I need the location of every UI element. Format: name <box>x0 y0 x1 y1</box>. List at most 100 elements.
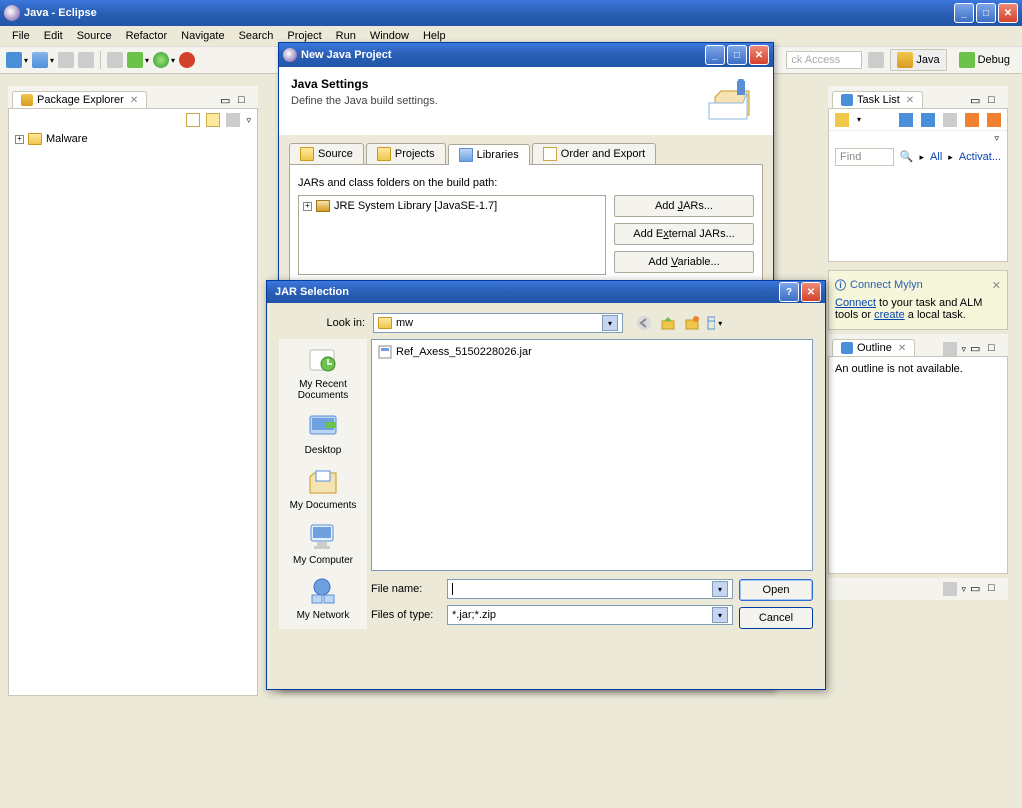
find-input[interactable]: Find <box>835 148 894 166</box>
collapse-all-icon[interactable] <box>186 113 200 127</box>
tab-order-export[interactable]: Order and Export <box>532 143 656 164</box>
perspective-debug[interactable]: Debug <box>953 50 1016 70</box>
add-variable-button[interactable]: Add Variable... <box>614 251 754 273</box>
task-list-tab[interactable]: Task List ✕ <box>832 91 923 108</box>
help-button[interactable]: ? <box>779 282 799 302</box>
menu-refactor[interactable]: Refactor <box>120 28 174 44</box>
wizard-close-button[interactable]: ✕ <box>749 45 769 65</box>
create-link[interactable]: create <box>874 309 905 321</box>
collapse-icon[interactable] <box>987 113 1001 127</box>
eclipse-close-button[interactable]: ✕ <box>998 3 1018 23</box>
maximize-view-icon[interactable]: □ <box>238 94 252 108</box>
wizard-minimize-button[interactable]: _ <box>705 45 725 65</box>
look-in-combo[interactable]: mw ▾ <box>373 313 623 333</box>
file-name-input[interactable]: ▾ <box>447 579 733 599</box>
place-desktop[interactable]: Desktop <box>305 411 342 456</box>
outline-tab[interactable]: Outline ✕ <box>832 339 915 356</box>
eclipse-maximize-button[interactable]: □ <box>976 3 996 23</box>
connect-link[interactable]: Connect <box>835 297 876 309</box>
new-icon[interactable] <box>6 52 22 68</box>
filedlg-titlebar[interactable]: JAR Selection ? ✕ <box>267 281 825 303</box>
quick-access-input[interactable]: ck Access <box>786 51 862 69</box>
place-label: Desktop <box>305 445 342 456</box>
close-icon[interactable]: ✕ <box>992 279 1001 292</box>
all-filter-link[interactable]: All <box>930 151 942 163</box>
close-icon[interactable]: ✕ <box>898 343 906 354</box>
save-all-icon[interactable] <box>58 52 74 68</box>
place-label: My Computer <box>293 555 353 566</box>
maximize-view-icon[interactable]: □ <box>988 582 1002 596</box>
build-path-tree[interactable]: + JRE System Library [JavaSE-1.7] <box>298 195 606 275</box>
minimize-view-icon[interactable]: ▭ <box>220 94 234 108</box>
new-folder-icon[interactable] <box>683 314 701 332</box>
open-perspective-icon[interactable] <box>868 52 884 68</box>
menu-edit[interactable]: Edit <box>38 28 69 44</box>
file-list[interactable]: Ref_Axess_5150228026.jar <box>371 339 813 571</box>
combo-arrow-icon[interactable]: ▾ <box>712 581 728 597</box>
expander-icon[interactable]: + <box>15 135 24 144</box>
build-icon[interactable] <box>107 52 123 68</box>
sync-icon[interactable] <box>965 113 979 127</box>
filedlg-title: JAR Selection <box>271 286 777 298</box>
maximize-view-icon[interactable]: □ <box>988 94 1002 108</box>
focus-icon[interactable] <box>943 113 957 127</box>
activate-link[interactable]: Activat... <box>959 151 1001 163</box>
open-button[interactable]: Open <box>739 579 813 601</box>
menu-navigate[interactable]: Navigate <box>175 28 230 44</box>
print-icon[interactable] <box>78 52 94 68</box>
menu-file[interactable]: File <box>6 28 36 44</box>
minimize-view-icon[interactable]: ▭ <box>970 342 984 356</box>
minimize-view-icon[interactable]: ▭ <box>970 94 984 108</box>
package-explorer-tab[interactable]: Package Explorer ✕ <box>12 91 147 108</box>
tab-projects[interactable]: Projects <box>366 143 446 164</box>
wizard-titlebar[interactable]: New Java Project _ □ ✕ <box>279 43 773 67</box>
view-menu-icon[interactable]: ▿ <box>829 131 1007 146</box>
wizard-maximize-button[interactable]: □ <box>727 45 747 65</box>
minimize-view-icon[interactable]: ▭ <box>970 582 984 596</box>
perspective-java[interactable]: Java <box>890 49 946 71</box>
schedule-icon[interactable] <box>921 113 935 127</box>
place-documents[interactable]: My Documents <box>290 466 357 511</box>
view-menu-icon[interactable]: ▾ <box>707 314 725 332</box>
debug-icon[interactable] <box>127 52 143 68</box>
close-icon[interactable]: ✕ <box>906 95 914 106</box>
view-menu-icon[interactable]: ▿ <box>961 584 966 595</box>
expander-icon[interactable]: + <box>303 202 312 211</box>
link-icon[interactable] <box>943 582 957 596</box>
file-item[interactable]: Ref_Axess_5150228026.jar <box>376 344 808 360</box>
combo-arrow-icon[interactable]: ▾ <box>712 607 728 623</box>
file-type-combo[interactable]: *.jar;*.zip ▾ <box>447 605 733 625</box>
view-menu-icon[interactable]: ▿ <box>961 344 966 355</box>
menu-source[interactable]: Source <box>71 28 118 44</box>
maximize-view-icon[interactable]: □ <box>988 342 1002 356</box>
cancel-button[interactable]: Cancel <box>739 607 813 629</box>
run-icon[interactable] <box>153 52 169 68</box>
eclipse-titlebar[interactable]: Java - Eclipse _ □ ✕ <box>0 0 1022 26</box>
close-icon[interactable]: ✕ <box>130 95 138 106</box>
back-icon[interactable] <box>635 314 653 332</box>
place-recent[interactable]: My Recent Documents <box>279 345 367 401</box>
link-editor-icon[interactable] <box>206 113 220 127</box>
outline-link-icon[interactable] <box>943 342 957 356</box>
tree-row-malware[interactable]: + Malware <box>9 131 257 147</box>
filedlg-close-button[interactable]: ✕ <box>801 282 821 302</box>
view-menu-icon[interactable]: ▿ <box>246 115 251 126</box>
place-network[interactable]: My Network <box>297 576 350 621</box>
filters-icon[interactable] <box>226 113 240 127</box>
categorize-icon[interactable] <box>899 113 913 127</box>
tab-libraries[interactable]: Libraries <box>448 144 530 165</box>
search-icon[interactable]: 🔍 <box>900 150 914 164</box>
add-external-jars-button[interactable]: Add External JARs... <box>614 223 754 245</box>
library-icon <box>316 200 330 212</box>
place-computer[interactable]: My Computer <box>293 521 353 566</box>
stop-icon[interactable] <box>179 52 195 68</box>
menu-search[interactable]: Search <box>233 28 280 44</box>
save-icon[interactable] <box>32 52 48 68</box>
add-jars-button[interactable]: Add JARs... <box>614 195 754 217</box>
new-task-icon[interactable] <box>835 113 849 127</box>
combo-arrow-icon[interactable]: ▾ <box>602 315 618 331</box>
eclipse-minimize-button[interactable]: _ <box>954 3 974 23</box>
tab-source[interactable]: Source <box>289 143 364 164</box>
up-folder-icon[interactable] <box>659 314 677 332</box>
java-perspective-icon <box>897 52 913 68</box>
